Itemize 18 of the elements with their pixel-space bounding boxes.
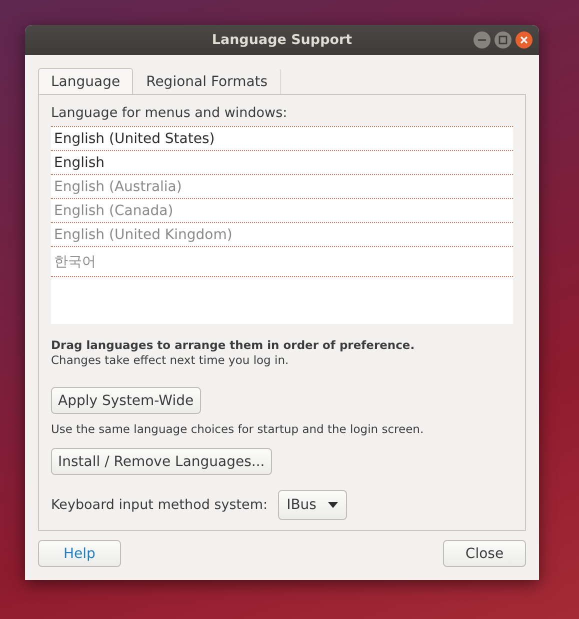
apply-note: Use the same language choices for startup and the login screen. — [51, 422, 425, 436]
input-method-dropdown[interactable]: IBus — [278, 490, 348, 520]
help-button[interactable]: Help — [38, 540, 121, 567]
window-title: Language Support — [212, 32, 352, 48]
dropdown-arrow-icon — [328, 502, 338, 508]
language-item[interactable]: English — [51, 151, 513, 175]
language-item[interactable]: English (United States) — [51, 127, 513, 151]
close-button[interactable]: Close — [443, 540, 526, 567]
input-method-label: Keyboard input method system: — [51, 497, 268, 513]
list-label: Language for menus and windows: — [51, 105, 288, 121]
minimize-icon[interactable] — [473, 31, 491, 49]
tab[interactable]: Regional Formats — [133, 68, 281, 94]
close-icon[interactable] — [515, 31, 533, 49]
drag-hint: Drag languages to arrange them in order of preference. — [51, 338, 416, 352]
apply-button[interactable]: Apply System-Wide — [51, 387, 201, 414]
install-button[interactable]: Install / Remove Languages... — [51, 448, 272, 475]
tab[interactable]: Language — [38, 68, 134, 94]
changes-note: Changes take effect next time you log in. — [51, 353, 290, 368]
